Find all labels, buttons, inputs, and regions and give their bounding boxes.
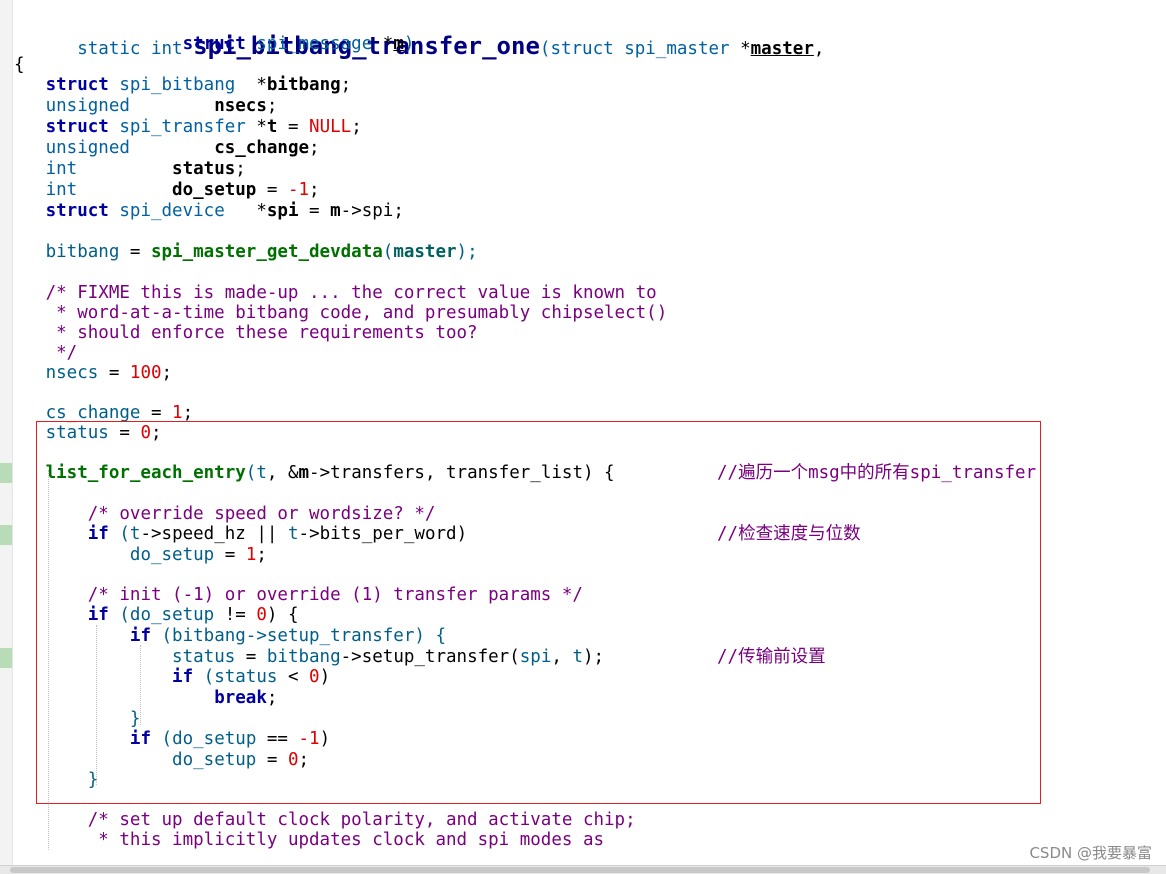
code-line: struct spi_device *spi = m->spi; [45,201,404,221]
code-line: status = 0; [45,423,162,443]
watermark: CSDN @我要暴富 [1029,844,1152,862]
code-line: if (do_setup == -1) [129,729,331,749]
code-line: { [14,55,25,75]
code-line: if (status < 0) [172,667,331,687]
comment-line: * this implicitly updates clock and spi … [87,830,605,850]
line-gutter [0,0,13,865]
annotation-comment: //遍历一个msg中的所有spi_transfer [717,463,1037,483]
code-line: break; [214,688,278,708]
code-line: nsecs = 100; [45,363,173,383]
code-line-signature: static int spi_bitbang_transfer_one(stru… [77,32,825,60]
comment-line: */ [45,343,78,363]
code-line: unsigned cs_change; [45,138,320,158]
code-line: struct spi_transfer *t = NULL; [45,117,362,137]
code-line: } [87,770,99,790]
scrollbar-thumb[interactable] [10,867,1150,873]
comment-line: /* init (-1) or override (1) transfer pa… [87,585,583,605]
comment-line: * word-at-a-time bitbang code, and presu… [45,303,668,323]
comment-line: * should enforce these requirements too? [45,323,478,343]
annotation-comment: //传输前设置 [717,647,826,667]
code-line: unsigned nsecs; [45,96,278,116]
code-line: } [129,709,141,729]
change-marker [0,525,12,545]
code-line: list_for_each_entry(t, &m->transfers, tr… [45,463,615,483]
code-line: if (t->speed_hz || t->bits_per_word) [87,524,468,544]
code-line: bitbang = spi_master_get_devdata(master)… [45,242,478,262]
comment-line: /* override speed or wordsize? */ [87,504,436,524]
code-line: do_setup = 0; [172,750,310,770]
annotation-comment: //检查速度与位数 [717,524,861,544]
code-line: struct spi_message *m) [182,34,415,54]
code-line: int do_setup = -1; [45,180,320,200]
code-line: status = bitbang->setup_transfer(spi, t)… [172,647,605,667]
code-line: if (do_setup != 0) { [87,605,299,625]
code-line: if (bitbang->setup_transfer) { [129,626,446,646]
code-line: int status; [45,159,246,179]
change-marker [0,648,12,668]
code-line: cs_change = 1; [45,403,194,423]
change-marker [0,463,12,483]
comment-line: /* FIXME this is made-up ... the correct… [45,283,657,303]
code-line: do_setup = 1; [129,545,267,565]
code-editor[interactable]: static int spi_bitbang_transfer_one(stru… [0,0,1166,865]
code-line: struct spi_bitbang *bitbang; [45,75,352,95]
comment-line: /* set up default clock polarity, and ac… [87,810,636,830]
